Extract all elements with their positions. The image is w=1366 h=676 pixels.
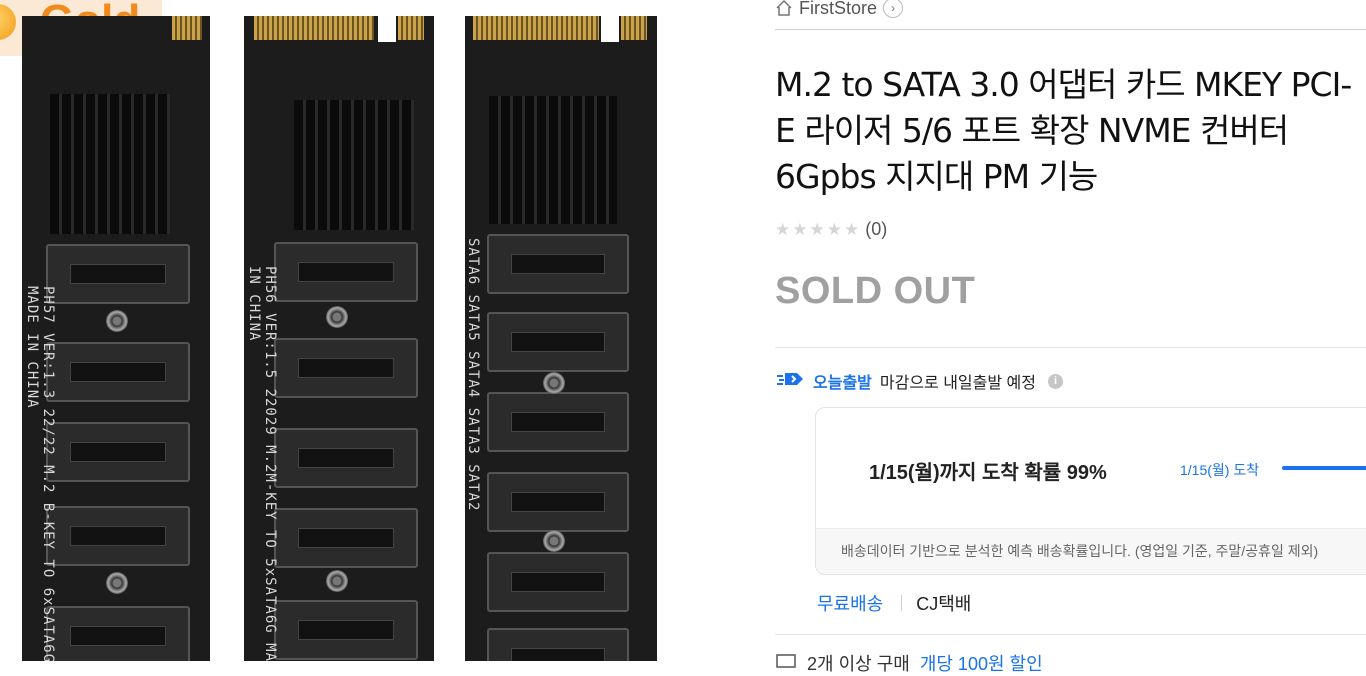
shipping-desc: 마감으로 내일출발 예정 (879, 375, 1036, 392)
discount-text: 2개 이상 구매 (807, 654, 910, 674)
divider (775, 347, 1366, 348)
bulk-discount: 2개 이상 구매 개당 100원 할인 (775, 650, 1043, 676)
product-info-panel: FirstStore › M.2 to SATA 3.0 어댑터 카드 MKEY… (775, 0, 1366, 674)
pcb-board-1: PH57 VER:1.3 22/22 M.2 B-KEY TO 6xSATA6G… (22, 16, 210, 661)
today-shipping: 오늘출발 마감으로 내일출발 예정 i (777, 369, 1063, 393)
review-count[interactable]: (0) (865, 219, 887, 240)
board-2-silkscreen: PH56 VER:1.5 22029 M.2M-KEY TO 5xSATA6G … (246, 266, 278, 661)
pcb-board-3: SATA6 SATA5 SATA4 SATA3 SATA2 (465, 16, 657, 661)
pcb-board-2: PH56 VER:1.5 22029 M.2M-KEY TO 5xSATA6G … (244, 16, 434, 661)
soldout-status: SOLD OUT (775, 270, 976, 312)
product-title: M.2 to SATA 3.0 어댑터 카드 MKEY PCI-E 라이저 5/… (775, 65, 1352, 196)
star-icon: ★ (775, 220, 791, 239)
info-icon[interactable]: i (1047, 373, 1063, 389)
product-image[interactable]: Gold PH57 VER:1.3 22/22 M.2 B-KEY TO 6xS… (0, 0, 760, 661)
probability-bar (1282, 466, 1366, 470)
delivery-truck-icon (777, 370, 805, 393)
star-icon: ★ (792, 220, 808, 239)
rating[interactable]: ★ ★ ★ ★ ★ (0) (775, 219, 887, 240)
star-rating: ★ ★ ★ ★ ★ (775, 221, 859, 238)
arrival-date-label: 1/15(월) 도착 (1180, 462, 1260, 478)
board-3-silkscreen: SATA6 SATA5 SATA4 SATA3 SATA2 (465, 238, 481, 512)
coin-icon (0, 4, 16, 40)
today-shipping-label: 오늘출발 (813, 375, 872, 392)
courier-name: CJ택배 (916, 594, 972, 614)
separator (901, 595, 903, 611)
delivery-probability-text: 1/15(월)까지 도착 확률 99% (869, 462, 1107, 484)
delivery-probability-box: 1/15(월)까지 도착 확률 99% 1/15(월) 도착 배송데이터 기반으… (815, 407, 1366, 575)
divider (775, 29, 1366, 30)
discount-icon (775, 652, 797, 675)
star-icon: ★ (809, 220, 825, 239)
star-icon: ★ (826, 220, 842, 239)
board-1-silkscreen: PH57 VER:1.3 22/22 M.2 B-KEY TO 6xSATA6G… (24, 286, 56, 661)
free-shipping-label: 무료배송 (817, 594, 884, 614)
divider (775, 634, 1366, 635)
home-icon (775, 0, 793, 17)
star-icon: ★ (844, 220, 860, 239)
store-link[interactable]: FirstStore › (775, 0, 904, 22)
discount-highlight: 개당 100원 할인 (919, 654, 1043, 674)
chevron-right-icon[interactable]: › (883, 0, 904, 18)
probability-note: 배송데이터 기반으로 분석한 예측 배송확률입니다. (영업일 기준, 주말/공… (816, 528, 1366, 574)
delivery-info: 무료배송 CJ택배 (817, 590, 971, 616)
store-name[interactable]: FirstStore (799, 0, 877, 19)
